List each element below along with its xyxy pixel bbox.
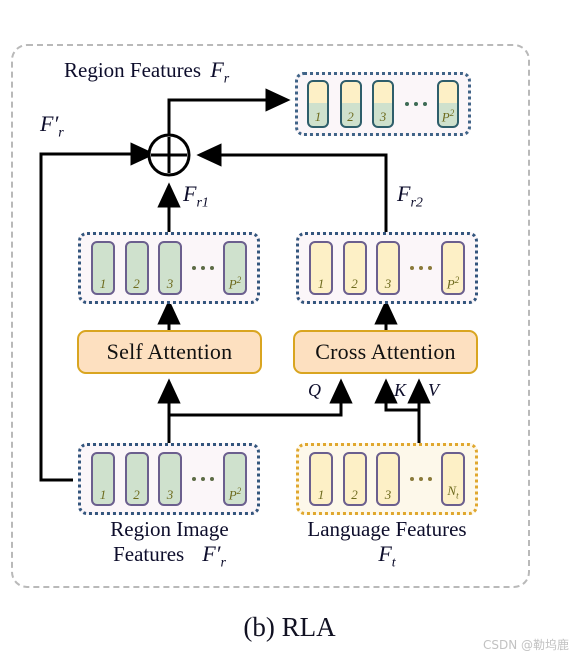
- ellipsis-icon: [409, 477, 432, 481]
- token-group-region-features[interactable]: 1 2 3 P2: [295, 72, 471, 136]
- token-cell[interactable]: 1: [309, 241, 333, 295]
- skip-connection-line: [39, 142, 156, 482]
- token-cell-label: P2: [446, 274, 460, 291]
- token-group-fr1[interactable]: 1 2 3 P2: [78, 232, 260, 304]
- region-features-label: Region Features Fr: [64, 57, 230, 87]
- language-features-line1: Language Features: [307, 517, 467, 541]
- fr2-to-sum-line: [196, 143, 388, 234]
- token-cell-label: 1: [99, 487, 107, 502]
- cross-attention-label: Cross Attention: [315, 339, 456, 364]
- language-features-symbol: Ft: [378, 540, 396, 570]
- token-group-fr2[interactable]: 1 2 3 P2: [296, 232, 478, 304]
- region-image-features-line1: Region Image: [110, 517, 229, 541]
- value-label: V: [428, 380, 439, 400]
- token-cell[interactable]: 3: [158, 241, 182, 295]
- region-image-features-caption: Region Image Features F′r: [72, 517, 267, 571]
- region-features-symbol: Fr: [210, 57, 230, 87]
- token-cell-label: P2: [441, 107, 455, 124]
- f-r-prime-label: F′r: [40, 111, 64, 141]
- token-cell-label: 3: [384, 487, 392, 502]
- language-features-caption: Language Features Ft: [282, 517, 492, 571]
- cross-attention-block[interactable]: Cross Attention: [293, 330, 478, 374]
- token-cell[interactable]: 3: [372, 80, 394, 128]
- token-cell-label: 3: [166, 276, 174, 291]
- token-cell-label: 1: [317, 487, 325, 502]
- token-group-region-image-features[interactable]: 1 2 3 P2: [78, 443, 260, 515]
- token-cell-label: 2: [351, 487, 358, 502]
- region-image-features-line2: Features: [113, 541, 185, 566]
- token-cell[interactable]: 1: [307, 80, 329, 128]
- token-cell[interactable]: 3: [376, 241, 400, 295]
- token-group-language-features[interactable]: 1 2 3 Nt: [296, 443, 478, 515]
- token-cell[interactable]: 3: [376, 452, 400, 506]
- query-label: Q: [308, 380, 321, 400]
- fr1-label: Fr1: [183, 181, 209, 211]
- token-cell[interactable]: 2: [339, 80, 362, 128]
- token-cell-label: 2: [351, 276, 358, 291]
- token-cell[interactable]: P2: [223, 452, 247, 506]
- token-cell-label: 2: [133, 487, 140, 502]
- token-cell-label: 3: [384, 276, 392, 291]
- token-cell[interactable]: 1: [91, 452, 115, 506]
- token-cell-label: 3: [379, 109, 387, 124]
- token-cell[interactable]: 1: [309, 452, 333, 506]
- token-cell[interactable]: Nt: [441, 452, 465, 506]
- key-label: K: [394, 380, 407, 400]
- token-cell[interactable]: 3: [158, 452, 182, 506]
- ellipsis-icon: [404, 102, 427, 106]
- self-attention-block[interactable]: Self Attention: [77, 330, 262, 374]
- ellipsis-icon: [191, 477, 214, 481]
- ellipsis-icon: [191, 266, 214, 270]
- token-cell[interactable]: 2: [342, 452, 367, 506]
- token-cell[interactable]: 1: [91, 241, 115, 295]
- sum-to-region-features-line: [167, 88, 291, 140]
- watermark: CSDN @勒坞鹿: [482, 638, 569, 652]
- token-cell-label: P2: [228, 485, 242, 502]
- ellipsis-icon: [409, 266, 432, 270]
- figure-rla: 1 2 3 P2 Region Features Fr F′r 1 2 3 P2…: [0, 0, 579, 663]
- sum-node: [147, 133, 191, 177]
- token-cell-label: 1: [99, 276, 107, 291]
- token-cell[interactable]: P2: [437, 80, 459, 128]
- token-cell-label: 3: [166, 487, 174, 502]
- token-cell-label: 2: [133, 276, 140, 291]
- token-cell-label: 2: [347, 109, 354, 124]
- self-attention-label: Self Attention: [106, 339, 233, 364]
- token-cell[interactable]: P2: [441, 241, 465, 295]
- token-cell-label: 1: [317, 276, 325, 291]
- token-cell-label: Nt: [447, 483, 459, 501]
- fr2-label: Fr2: [397, 181, 423, 211]
- token-cell-label: P2: [228, 274, 242, 291]
- token-cell[interactable]: 2: [124, 241, 149, 295]
- token-cell[interactable]: 2: [124, 452, 149, 506]
- token-cell[interactable]: 2: [342, 241, 367, 295]
- token-cell-label: 1: [314, 109, 322, 124]
- region-image-features-symbol: F′r: [202, 540, 226, 570]
- token-cell[interactable]: P2: [223, 241, 247, 295]
